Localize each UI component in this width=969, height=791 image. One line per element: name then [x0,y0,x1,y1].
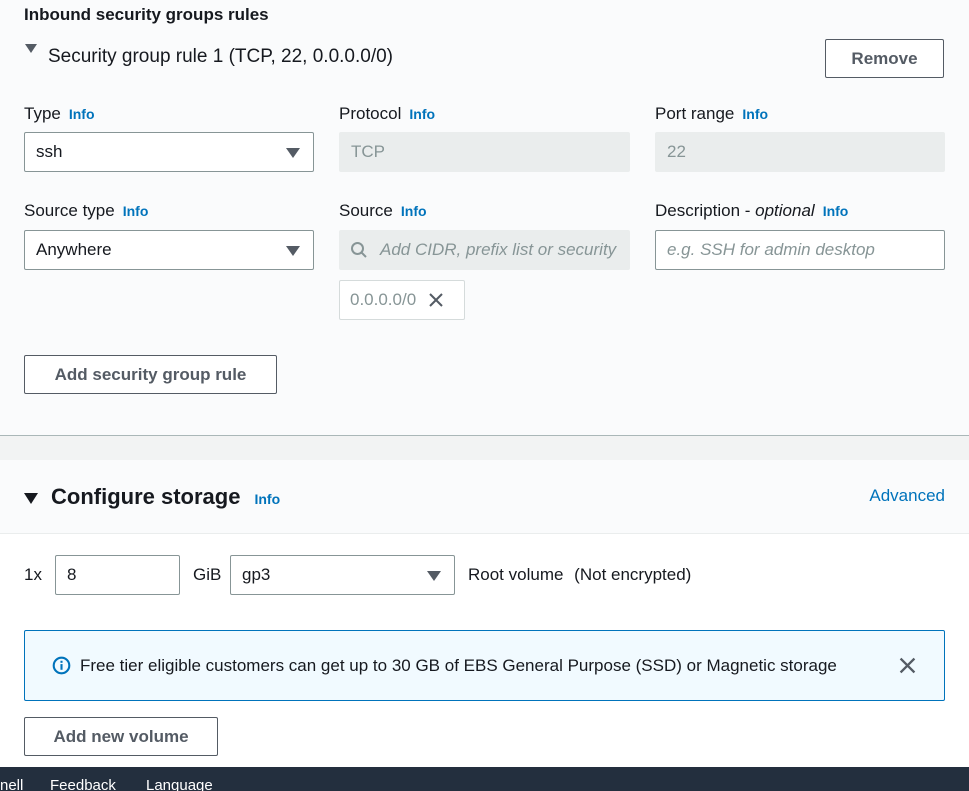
volume-type-select[interactable]: gp3 [230,555,455,595]
dismiss-alert-icon[interactable] [899,657,916,674]
description-info-link[interactable]: Info [823,203,849,219]
caret-down-icon [286,148,300,158]
description-label: Description - optional Info [655,201,848,221]
encryption-status: (Not encrypted) [574,565,692,584]
source-type-label: Source type Info [24,201,148,221]
port-range-value: 22 [667,142,686,161]
source-token-value: 0.0.0.0/0 [350,290,417,309]
description-label-text: Description - [655,201,756,220]
port-range-field: 22 [655,132,945,172]
type-select-value: ssh [36,142,63,161]
add-security-group-rule-button[interactable]: Add security group rule [24,355,277,394]
type-info-link[interactable]: Info [69,106,95,122]
search-icon [351,242,367,258]
source-type-value: Anywhere [36,240,112,259]
caret-down-icon [427,571,441,581]
port-range-info-link[interactable]: Info [742,106,768,122]
source-token: 0.0.0.0/0 [339,280,465,320]
alert-text: Free tier eligible customers can get up … [80,656,837,675]
protocol-label: Protocol Info [339,104,435,124]
caret-down-icon [286,246,300,256]
advanced-link[interactable]: Advanced [869,486,945,506]
storage-header: Configure storage Info Advanced [0,460,969,534]
footer-item-cloudshell[interactable]: nell [0,777,23,791]
root-volume-text: Root volume [468,565,564,584]
source-type-select[interactable]: Anywhere [24,230,314,270]
volume-type-value: gp3 [242,565,271,584]
info-circle-icon [52,656,71,675]
port-range-label-text: Port range [655,104,735,123]
storage-heading: Configure storage Info [51,484,280,510]
source-label: Source Info [339,201,427,221]
protocol-value: TCP [351,142,385,161]
volume-unit: GiB [193,565,222,584]
protocol-label-text: Protocol [339,104,402,123]
add-new-volume-button[interactable]: Add new volume [24,717,218,756]
port-range-label: Port range Info [655,104,768,124]
description-optional-text: optional [755,201,815,220]
storage-info-link[interactable]: Info [254,491,280,507]
footer-item-language[interactable]: Language [146,777,213,791]
close-icon[interactable] [428,292,444,308]
free-tier-alert: Free tier eligible customers can get up … [24,630,945,701]
type-label: Type Info [24,104,95,124]
configure-storage-panel: Configure storage Info Advanced 1x 8 GiB … [0,460,969,767]
protocol-field: TCP [339,132,630,172]
source-info-link[interactable]: Info [401,203,427,219]
volume-size-input[interactable]: 8 [55,555,180,595]
collapse-rule-icon[interactable] [25,44,37,53]
volume-size-value: 8 [67,565,77,584]
source-input[interactable]: Add CIDR, prefix list or security [339,230,630,270]
protocol-info-link[interactable]: Info [409,106,435,122]
source-type-info-link[interactable]: Info [123,203,149,219]
console-footer: nell Feedback Language [0,767,969,791]
rule-title[interactable]: Security group rule 1 (TCP, 22, 0.0.0.0/… [48,46,393,68]
description-placeholder: e.g. SSH for admin desktop [667,240,875,259]
volume-count: 1x [24,565,42,584]
description-input[interactable]: e.g. SSH for admin desktop [655,230,945,270]
footer-item-feedback[interactable]: Feedback [50,777,116,791]
type-select[interactable]: ssh [24,132,314,172]
remove-rule-button[interactable]: Remove [825,39,944,78]
inbound-rules-panel: Inbound security groups rules Security g… [0,0,969,436]
collapse-storage-icon[interactable] [24,493,38,504]
inbound-rules-heading: Inbound security groups rules [24,5,269,24]
source-label-text: Source [339,201,393,220]
root-volume-label: Root volume (Not encrypted) [468,565,691,585]
type-label-text: Type [24,104,61,123]
storage-heading-text: Configure storage [51,484,241,509]
source-type-label-text: Source type [24,201,115,220]
source-placeholder: Add CIDR, prefix list or security [380,240,617,259]
